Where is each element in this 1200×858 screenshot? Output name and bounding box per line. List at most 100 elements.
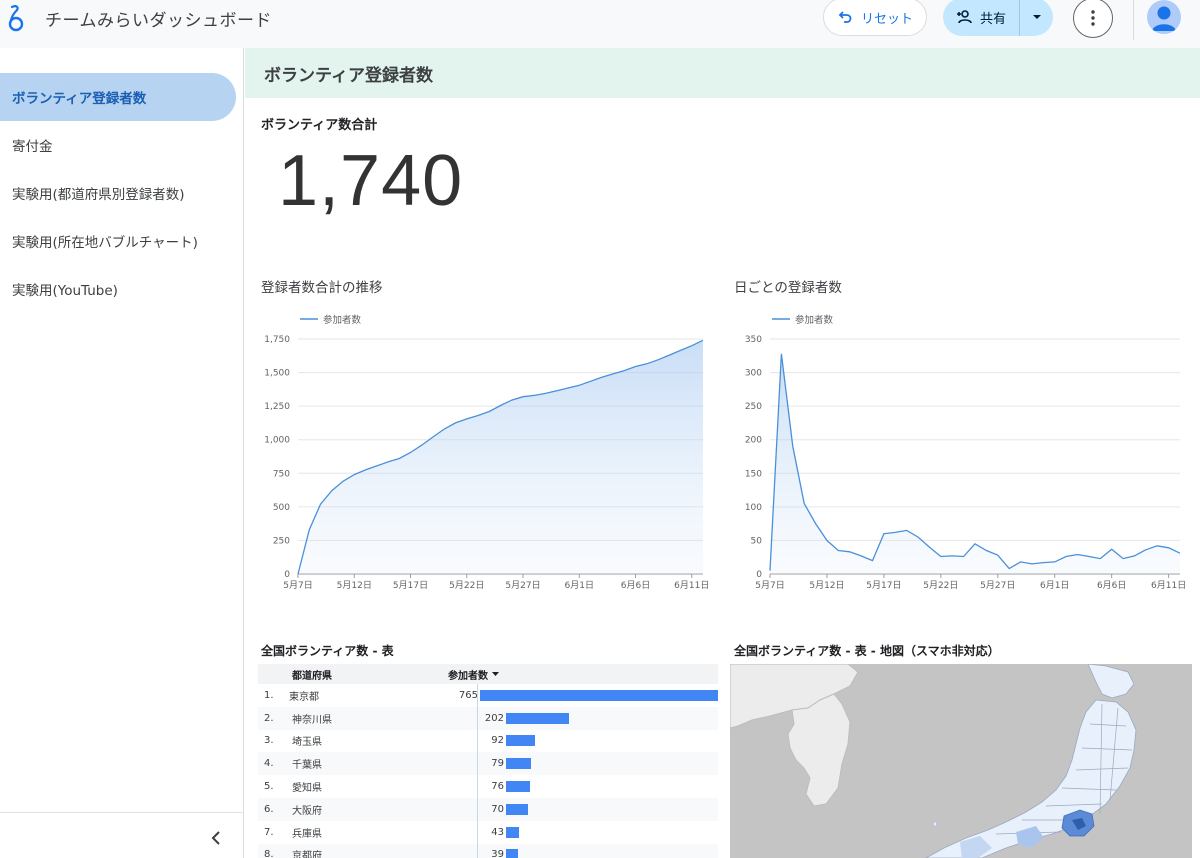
y-tick-label: 350 — [745, 335, 762, 345]
scorecard-value: 1,740 — [278, 141, 464, 221]
avatar[interactable] — [1147, 0, 1181, 34]
japan-map[interactable] — [730, 664, 1192, 858]
y-tick-label: 500 — [273, 503, 290, 513]
row-prefecture: 大阪府 — [292, 805, 322, 817]
sidebar-divider — [0, 812, 244, 813]
cumulative-registrations-chart[interactable]: 参加者数 0 250 500 750 1,000 1,250 1,500 1,750 5月7日 5月… — [258, 300, 713, 600]
row-prefecture: 京都府 — [292, 851, 322, 858]
share-button-group: 共有 — [943, 0, 1053, 36]
share-label: 共有 — [979, 11, 1006, 27]
column-header-count-label: 参加者数 — [448, 670, 488, 682]
row-bar — [506, 712, 569, 724]
account-icon — [1152, 6, 1176, 31]
row-count: 765 — [458, 689, 478, 701]
prefecture-table: 都道府県 参加者数 1. 東京都 765 2. 神奈川県 202 3. 埼玉県 92 4. 千葉県 7… — [258, 664, 718, 858]
sidebar-item-label: 寄付金 — [12, 139, 53, 155]
row-index: 1. — [264, 689, 274, 701]
y-tick-label: 0 — [756, 570, 762, 580]
sidebar-item-experiment-prefecture[interactable]: 実験用(都道府県別登録者数) — [0, 169, 236, 217]
y-tick-label: 150 — [745, 469, 762, 479]
daily-registrations-chart[interactable]: 参加者数 0 50 100 150 200 250 300 350 5月7日 5月12日 5月17日 5… — [730, 300, 1190, 600]
series-line[interactable] — [769, 353, 1181, 571]
y-tick-label: 0 — [284, 570, 290, 580]
sidebar-item-donations[interactable]: 寄付金 — [0, 121, 236, 169]
row-bar-cell — [506, 821, 718, 844]
row-prefecture: 埼玉県 — [292, 737, 322, 749]
row-bar-cell — [506, 752, 718, 775]
y-tick-label: 50 — [751, 536, 763, 546]
row-prefecture: 東京都 — [288, 691, 319, 703]
x-tick-label: 5月17日 — [393, 580, 428, 591]
sidebar-item-label: 実験用(都道府県別登録者数) — [12, 187, 185, 203]
row-bar — [506, 758, 531, 770]
x-tick-label: 6月11日 — [674, 580, 709, 591]
app-title: チームみらいダッシュボード — [45, 11, 272, 31]
sidebar-item-volunteers[interactable]: ボランティア登録者数 — [0, 73, 236, 121]
cumulative-chart-title: 登録者数合計の推移 — [261, 280, 383, 296]
legend-label[interactable]: 参加者数 — [323, 314, 362, 326]
page-title: ボランティア登録者数 — [245, 48, 1200, 98]
daily-chart-title: 日ごとの登録者数 — [734, 280, 842, 296]
row-count: 92 — [491, 735, 504, 747]
share-button[interactable]: 共有 — [943, 0, 1020, 36]
row-bar — [506, 735, 535, 747]
table-row[interactable]: 3. 埼玉県 92 — [258, 730, 718, 753]
bar-baseline — [477, 684, 478, 858]
legend-label[interactable]: 参加者数 — [795, 314, 834, 326]
table-row[interactable]: 4. 千葉県 79 — [258, 752, 718, 776]
table-body: 1. 東京都 765 2. 神奈川県 202 3. 埼玉県 92 4. 千葉県 79 5. 愛知県 76 6.… — [258, 684, 718, 858]
row-index: 4. — [264, 758, 274, 770]
x-tick-label: 5月12日 — [809, 580, 844, 591]
column-header-prefecture[interactable]: 都道府県 — [292, 667, 442, 682]
x-tick-label: 6月6日 — [1097, 580, 1126, 591]
x-tick-label: 6月1日 — [565, 580, 594, 591]
row-count: 202 — [484, 712, 504, 724]
x-tick-label: 6月1日 — [1040, 580, 1069, 591]
y-tick-label: 1,750 — [264, 335, 290, 345]
x-tick-label: 5月22日 — [923, 580, 958, 591]
y-tick-label: 250 — [745, 402, 762, 412]
table-row[interactable]: 6. 大阪府 70 — [258, 797, 718, 821]
row-bar-cell — [506, 844, 718, 858]
more-vert-icon — [1091, 10, 1095, 26]
row-bar — [506, 803, 528, 815]
sidebar-item-label: 実験用(所在地バブルチャート) — [12, 235, 198, 251]
table-row[interactable]: 7. 兵庫県 43 — [258, 821, 718, 844]
more-options-button[interactable] — [1073, 0, 1113, 38]
x-tick-label: 5月17日 — [866, 580, 901, 591]
table-row[interactable]: 8. 京都府 39 — [258, 843, 718, 858]
row-count: 39 — [491, 849, 504, 858]
x-tick-label: 6月6日 — [621, 580, 650, 591]
row-index: 3. — [264, 735, 274, 747]
add-person-icon — [956, 10, 972, 24]
map-title: 全国ボランティア数 - 表 - 地図（スマホ非対応） — [734, 644, 1000, 658]
row-count: 76 — [491, 781, 504, 793]
map-graphic — [730, 664, 1192, 858]
map-island-dot — [932, 821, 938, 827]
row-count: 43 — [491, 826, 504, 838]
x-tick-label: 5月7日 — [755, 580, 784, 591]
row-prefecture: 兵庫県 — [292, 828, 322, 840]
row-bar — [506, 781, 530, 793]
y-tick-label: 1,250 — [264, 402, 290, 412]
toolbar-divider — [1133, 0, 1134, 40]
column-header-count[interactable]: 参加者数 — [448, 667, 499, 682]
share-dropdown-button[interactable] — [1020, 0, 1053, 36]
y-tick-label: 200 — [745, 436, 762, 446]
table-row[interactable]: 5. 愛知県 76 — [258, 775, 718, 798]
sidebar-item-label: ボランティア登録者数 — [12, 91, 147, 107]
reset-button[interactable]: リセット — [823, 0, 927, 36]
sidebar-item-experiment-youtube[interactable]: 実験用(YouTube) — [0, 265, 236, 313]
chevron-left-icon — [211, 831, 220, 845]
x-tick-label: 5月12日 — [337, 580, 372, 591]
table-row[interactable]: 2. 神奈川県 202 — [258, 706, 718, 730]
sidebar-item-experiment-bubble[interactable]: 実験用(所在地バブルチャート) — [0, 217, 236, 265]
app-logo-icon[interactable] — [6, 4, 26, 34]
sidebar-item-label: 実験用(YouTube) — [12, 283, 118, 299]
y-tick-label: 300 — [745, 369, 762, 379]
x-tick-label: 5月27日 — [505, 580, 540, 591]
table-row[interactable]: 1. 東京都 765 — [258, 684, 718, 707]
row-bar-cell — [506, 730, 718, 753]
row-bar-cell — [506, 707, 718, 730]
collapse-sidebar-button[interactable] — [204, 826, 228, 850]
